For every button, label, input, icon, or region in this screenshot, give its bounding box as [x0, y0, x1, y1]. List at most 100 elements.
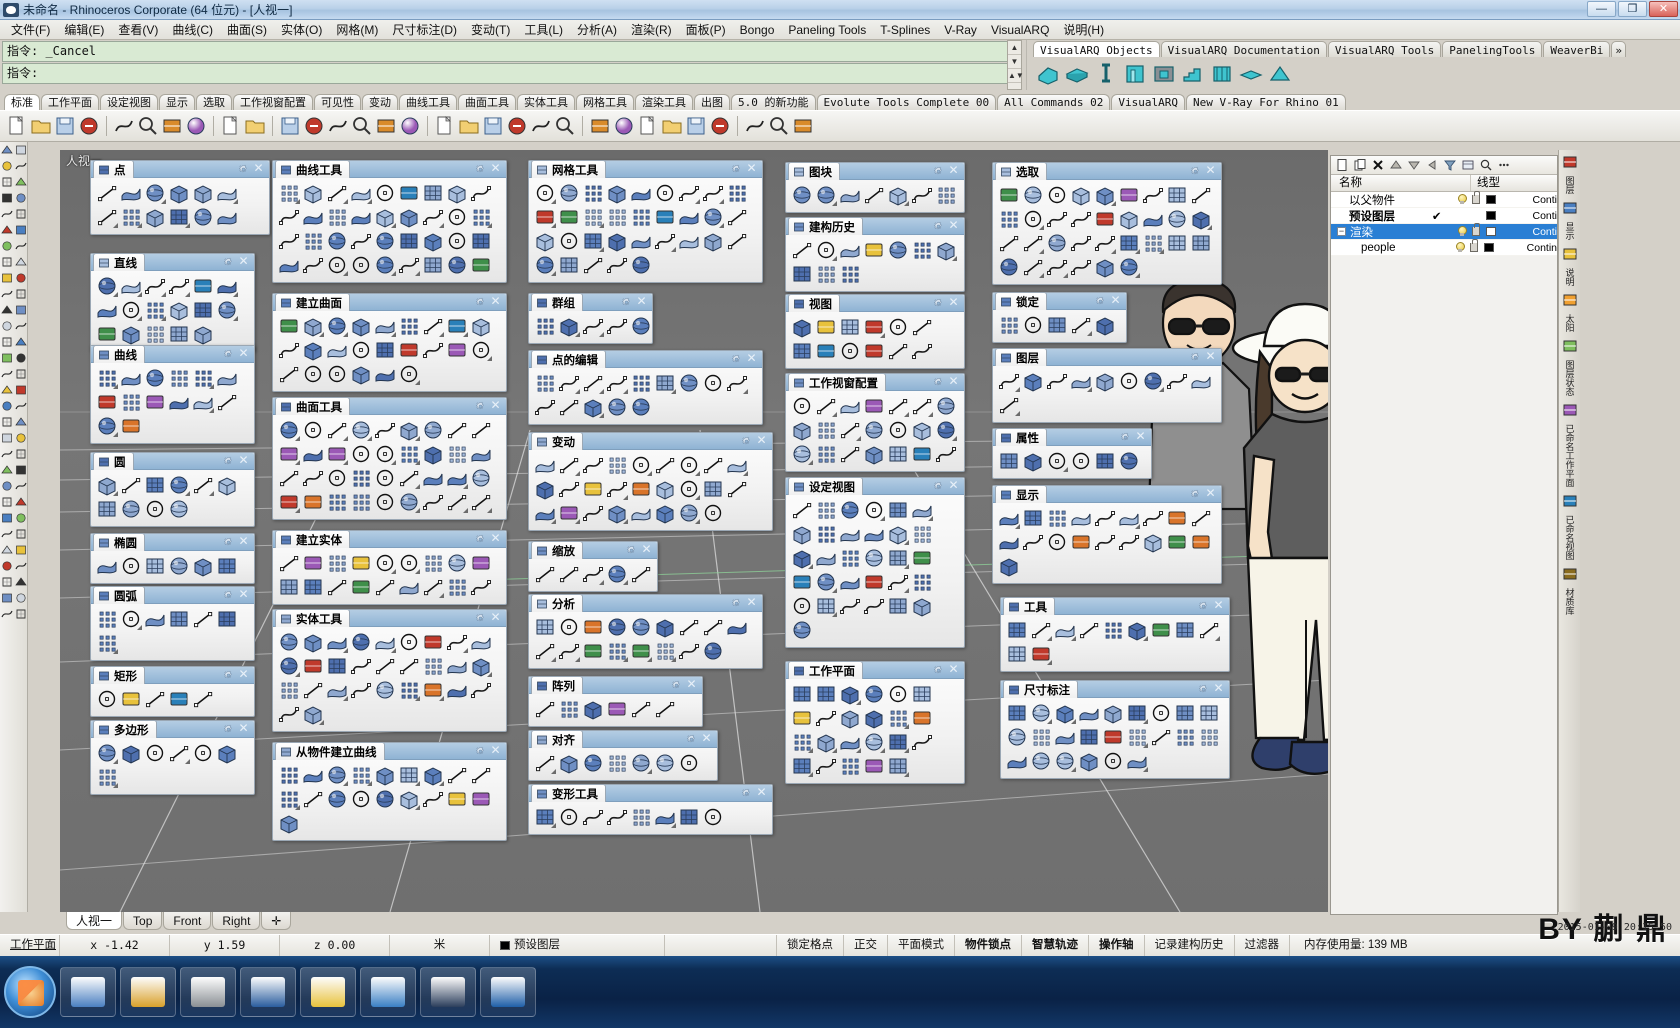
layer-visibility-cell[interactable]: [1453, 242, 1527, 253]
left-tool-button[interactable]: [1, 592, 13, 604]
panel-tool-button[interactable]: [997, 207, 1021, 231]
panel-title-bar[interactable]: 点的编辑✕: [529, 351, 762, 368]
panel-tool-button[interactable]: [445, 678, 469, 702]
panel-tool-button[interactable]: [349, 787, 373, 811]
toolbar-panel-曲线[interactable]: 曲线✕: [90, 345, 255, 444]
panel-tool-button[interactable]: [862, 339, 886, 363]
panel-tool-button[interactable]: [653, 639, 677, 663]
layer-linetype-cell[interactable]: Conti: [1532, 210, 1557, 222]
toolbar-panel-曲面工具[interactable]: 曲面工具✕: [272, 397, 507, 520]
panel-tool-button[interactable]: [790, 754, 814, 778]
panel-tool-button[interactable]: [469, 763, 493, 787]
close-icon[interactable]: ✕: [1110, 294, 1121, 307]
move-up-icon[interactable]: [1389, 158, 1403, 172]
panel-tool-button[interactable]: [95, 687, 119, 711]
panel-tool-button[interactable]: [1173, 725, 1197, 749]
panel-tool-button[interactable]: [95, 473, 119, 497]
panel-tool-button[interactable]: [1165, 231, 1189, 255]
panel-tool-button[interactable]: [997, 369, 1021, 393]
panel-tool-button[interactable]: [581, 751, 605, 775]
lightbulb-icon[interactable]: [1457, 226, 1466, 237]
panel-tool-button[interactable]: [1189, 506, 1213, 530]
panel-tool-button[interactable]: [1165, 183, 1189, 207]
panel-tool-button[interactable]: [725, 205, 749, 229]
toolbar-panel-缩放[interactable]: 缩放✕: [528, 541, 658, 592]
panel-tool-button[interactable]: [397, 551, 421, 575]
panel-tool-button[interactable]: [397, 338, 421, 362]
panel-tool-button[interactable]: [143, 554, 167, 578]
menu-item-12[interactable]: 面板(P): [679, 19, 733, 40]
redo-icon[interactable]: [244, 115, 266, 137]
panel-tool-button[interactable]: [790, 238, 814, 262]
layer-row[interactable]: 以父物件Conti: [1331, 192, 1557, 208]
toolbar-tab-2[interactable]: 设定视图: [100, 94, 158, 110]
status-toggle-7[interactable]: 过滤器: [1235, 935, 1291, 956]
right-panel-strip[interactable]: 图层显示说明太阳图层状态已命名工作平面已命名视图材质库: [1558, 150, 1580, 912]
move-down-icon[interactable]: [1407, 158, 1421, 172]
note-strip-icon[interactable]: [1562, 246, 1578, 262]
gear-icon[interactable]: [626, 545, 637, 556]
panel-tool-button[interactable]: [862, 570, 886, 594]
panel-tool-button[interactable]: [886, 394, 910, 418]
panel-tool-button[interactable]: [677, 453, 701, 477]
menu-item-16[interactable]: V-Ray: [937, 21, 984, 39]
layer-name-cell[interactable]: 预设图层✔: [1331, 208, 1455, 224]
panel-tool-button[interactable]: [95, 631, 119, 655]
panel-tool-button[interactable]: [653, 371, 677, 395]
panel-tool-button[interactable]: [301, 466, 325, 490]
menu-item-14[interactable]: Paneling Tools: [781, 21, 873, 39]
panel-tool-button[interactable]: [301, 678, 325, 702]
panel-tool-button[interactable]: [143, 473, 167, 497]
close-icon[interactable]: ✕: [1213, 599, 1224, 612]
visualarq-tab-4[interactable]: WeaverBi: [1543, 41, 1610, 57]
panel-tool-button[interactable]: [862, 442, 886, 466]
status-toggle-5[interactable]: 操作轴: [1089, 935, 1145, 956]
close-icon[interactable]: ✕: [238, 668, 249, 681]
panel-tool-button[interactable]: [557, 395, 581, 419]
light-icon[interactable]: [530, 115, 552, 137]
panel-tool-button[interactable]: [373, 466, 397, 490]
panel-tool-button[interactable]: [581, 639, 605, 663]
panel-tool-button[interactable]: [629, 205, 653, 229]
panel-tool-button[interactable]: [445, 205, 469, 229]
close-icon[interactable]: ✕: [238, 535, 249, 548]
panel-tool-button[interactable]: [397, 229, 421, 253]
close-icon[interactable]: ✕: [490, 399, 501, 412]
display-strip-icon[interactable]: [1562, 200, 1578, 216]
panel-tool-button[interactable]: [605, 477, 629, 501]
panel-tool-button[interactable]: [838, 418, 862, 442]
panel-tool-button[interactable]: [533, 205, 557, 229]
gear-icon[interactable]: [686, 734, 697, 745]
panel-tool-button[interactable]: [814, 238, 838, 262]
panel-tool-button[interactable]: [862, 594, 886, 618]
panel-title-bar[interactable]: 缩放✕: [529, 542, 657, 559]
panel-tool-button[interactable]: [325, 575, 349, 599]
panel-tool-button[interactable]: [143, 205, 167, 229]
toolbar-panel-直线[interactable]: 直线✕: [90, 253, 255, 352]
panel-tool-button[interactable]: [910, 594, 934, 618]
roof-icon[interactable]: [1267, 60, 1293, 86]
minimize-button[interactable]: —: [1587, 1, 1616, 17]
panel-tool-button[interactable]: [886, 339, 910, 363]
panel-tool-button[interactable]: [397, 314, 421, 338]
delete-icon[interactable]: [137, 115, 159, 137]
panel-title-bar[interactable]: 直线✕: [91, 254, 254, 271]
new-layer-icon[interactable]: [1335, 158, 1349, 172]
panel-tool-button[interactable]: [1053, 618, 1077, 642]
panel-tool-button[interactable]: [469, 205, 493, 229]
panel-tool-button[interactable]: [910, 570, 934, 594]
pan-icon[interactable]: [279, 115, 301, 137]
panel-tool-button[interactable]: [277, 763, 301, 787]
panel-tool-button[interactable]: [814, 183, 838, 207]
panel-tool-button[interactable]: [1093, 369, 1117, 393]
panel-tool-button[interactable]: [581, 562, 605, 586]
layer-linetype-cell[interactable]: Conti: [1532, 226, 1557, 238]
panel-tool-button[interactable]: [325, 630, 349, 654]
panel-strip-label-4[interactable]: 图层状态: [1563, 360, 1577, 396]
menu-item-0[interactable]: 文件(F): [4, 19, 57, 40]
panel-tool-button[interactable]: [349, 338, 373, 362]
panel-tool-button[interactable]: [629, 395, 653, 419]
panel-tool-button[interactable]: [629, 639, 653, 663]
panel-tool-button[interactable]: [605, 181, 629, 205]
status-toggle-3[interactable]: 物件锁点: [955, 935, 1022, 956]
